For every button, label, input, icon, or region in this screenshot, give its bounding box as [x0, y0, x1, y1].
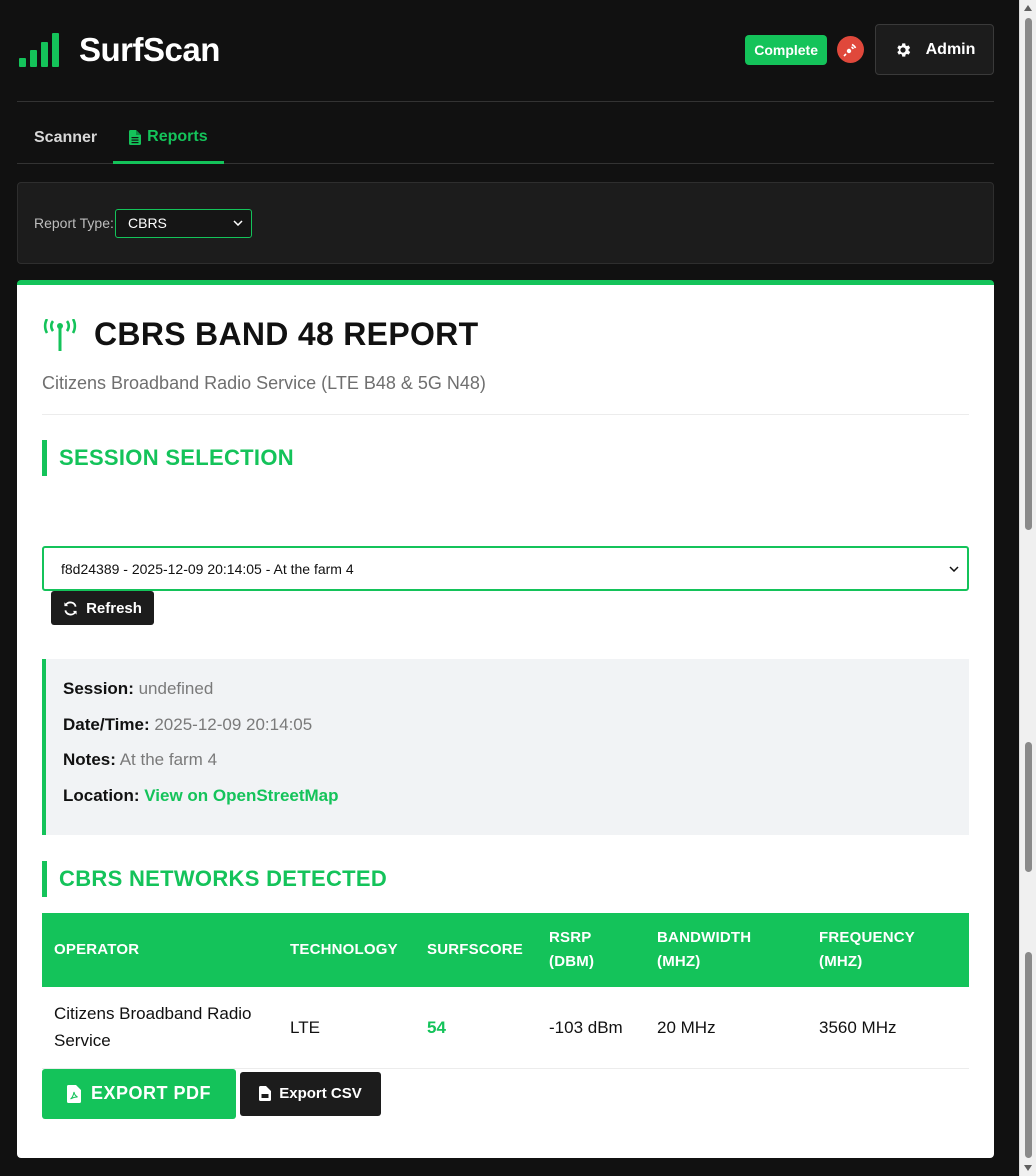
- app-header: SurfScan Complete Admin: [17, 0, 994, 102]
- table-row: Citizens Broadband Radio Service LTE 54 …: [42, 987, 969, 1069]
- location-label: Location:: [63, 785, 140, 805]
- notes-row: Notes: At the farm 4: [63, 749, 969, 771]
- session-info-panel: Session: undefined Date/Time: 2025-12-09…: [42, 659, 969, 835]
- session-select[interactable]: f8d24389 - 2025-12-09 20:14:05 - At the …: [42, 546, 969, 591]
- networks-table: OPERATOR TECHNOLOGY SURFSCORE RSRP (DBM)…: [42, 913, 969, 1069]
- gear-icon: [896, 42, 910, 57]
- brand[interactable]: SurfScan: [19, 31, 220, 69]
- column-header-technology[interactable]: TECHNOLOGY: [278, 913, 415, 987]
- tab-reports[interactable]: Reports: [113, 123, 224, 164]
- report-filter-panel: Report Type: CBRS: [17, 182, 994, 264]
- openstreetmap-link[interactable]: View on OpenStreetMap: [144, 786, 338, 805]
- cell-technology: LTE: [278, 987, 415, 1069]
- cell-frequency: 3560 MHz: [807, 987, 969, 1069]
- column-header-operator[interactable]: OPERATOR: [42, 913, 278, 987]
- signal-bars-icon: [19, 32, 59, 67]
- csv-file-icon: [259, 1086, 272, 1101]
- page: SurfScan Complete Admin Scanner Reports …: [17, 0, 994, 1158]
- vertical-scrollbar[interactable]: [1019, 0, 1036, 1176]
- report-type-label: Report Type:: [34, 215, 114, 231]
- column-header-frequency[interactable]: FREQUENCY (MHZ): [807, 913, 969, 987]
- refresh-label: Refresh: [86, 599, 142, 617]
- chevron-down-icon: [949, 565, 959, 572]
- scroll-thumb-secondary: [1025, 742, 1032, 872]
- report-type-select[interactable]: CBRS: [115, 208, 252, 238]
- scroll-thumb-tertiary: [1025, 952, 1032, 1158]
- app-name: SurfScan: [79, 30, 220, 68]
- notes-value: At the farm 4: [119, 750, 218, 769]
- scroll-thumb[interactable]: [1025, 18, 1032, 530]
- cell-operator: Citizens Broadband Radio Service: [42, 987, 278, 1069]
- report-type-value: CBRS: [128, 215, 167, 231]
- scroll-down-arrow-icon[interactable]: [1024, 1165, 1032, 1171]
- admin-button[interactable]: Admin: [875, 24, 994, 75]
- networks-detected-heading: CBRS NETWORKS DETECTED: [42, 861, 969, 897]
- broadcast-icon: [843, 43, 857, 57]
- export-actions: EXPORT PDF Export CSV: [42, 1068, 969, 1119]
- datetime-value: 2025-12-09 20:14:05: [154, 714, 313, 734]
- column-header-rsrp[interactable]: RSRP (DBM): [537, 913, 645, 987]
- chevron-down-icon: [233, 220, 243, 226]
- report-card: CBRS BAND 48 REPORT Citizens Broadband R…: [17, 280, 994, 1158]
- notes-label: Notes:: [63, 750, 116, 769]
- export-pdf-label: EXPORT PDF: [90, 1083, 211, 1103]
- session-value: undefined: [138, 679, 214, 698]
- cell-bandwidth: 20 MHz: [645, 987, 807, 1069]
- export-csv-label: Export CSV: [279, 1085, 362, 1102]
- datetime-row: Date/Time: 2025-12-09 20:14:05: [63, 714, 969, 736]
- tab-scanner[interactable]: Scanner: [18, 123, 113, 163]
- admin-label: Admin: [925, 40, 976, 58]
- session-id-row: Session: undefined: [63, 678, 969, 700]
- report-subtitle: Citizens Broadband Radio Service (LTE B4…: [42, 373, 486, 393]
- tab-label: Scanner: [34, 129, 98, 146]
- session-select-value: f8d24389 - 2025-12-09 20:14:05 - At the …: [61, 560, 354, 577]
- report-title: CBRS BAND 48 REPORT: [94, 316, 479, 352]
- export-csv-button[interactable]: Export CSV: [240, 1071, 381, 1116]
- cell-rsrp: -103 dBm: [537, 987, 645, 1069]
- location-row: Location: View on OpenStreetMap: [63, 785, 969, 807]
- refresh-button[interactable]: Refresh: [51, 591, 154, 625]
- file-icon: [129, 129, 142, 145]
- scroll-up-arrow-icon[interactable]: [1024, 5, 1032, 11]
- status-badge: Complete: [745, 34, 827, 65]
- main-tabs: Scanner Reports: [17, 102, 994, 164]
- datetime-label: Date/Time:: [63, 714, 150, 734]
- session-selection-heading: SESSION SELECTION: [42, 440, 969, 476]
- export-pdf-button[interactable]: EXPORT PDF: [42, 1068, 236, 1119]
- report-header: CBRS BAND 48 REPORT Citizens Broadband R…: [42, 285, 969, 415]
- column-header-bandwidth[interactable]: BANDWIDTH (MHZ): [645, 913, 807, 987]
- pdf-file-icon: [66, 1084, 81, 1103]
- header-actions: Complete Admin: [745, 24, 994, 75]
- tab-label: Reports: [147, 128, 208, 145]
- session-label: Session:: [63, 679, 134, 698]
- column-header-surfscore[interactable]: SURFSCORE: [415, 913, 537, 987]
- broadcast-status-icon[interactable]: [837, 36, 864, 63]
- refresh-icon: [64, 601, 77, 615]
- cell-surfscore: 54: [415, 987, 537, 1069]
- antenna-icon: [43, 318, 77, 351]
- table-header-row: OPERATOR TECHNOLOGY SURFSCORE RSRP (DBM)…: [42, 913, 969, 987]
